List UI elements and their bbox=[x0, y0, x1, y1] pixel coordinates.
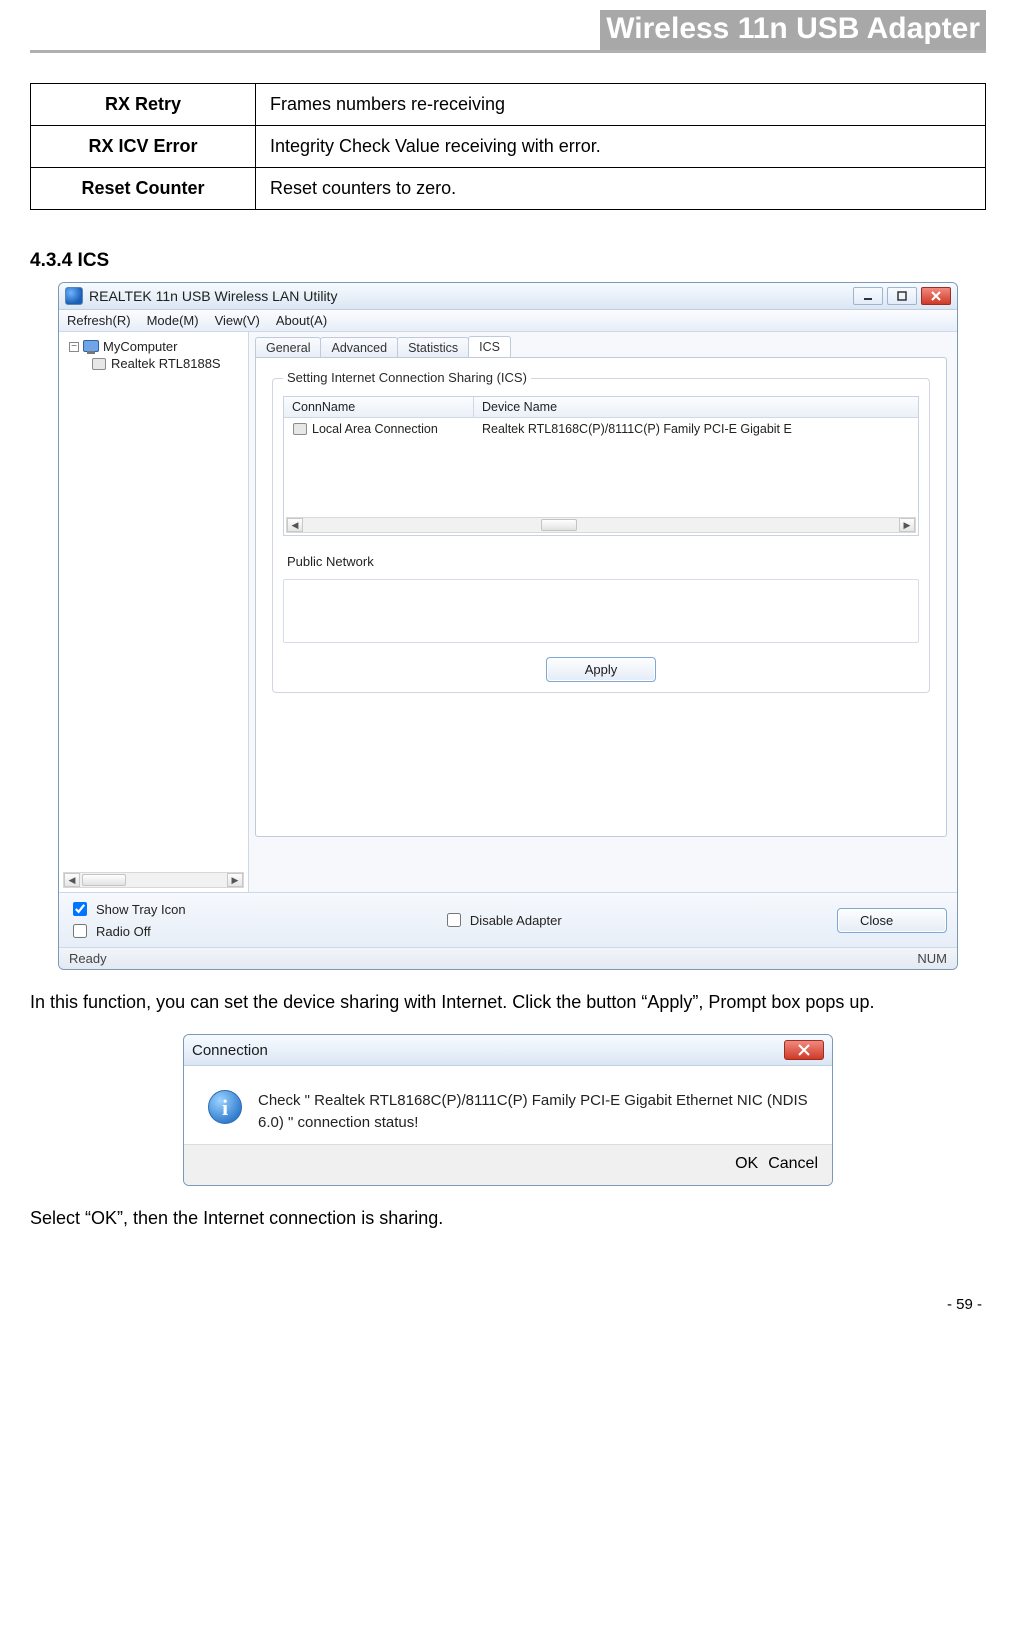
ics-groupbox: Setting Internet Connection Sharing (ICS… bbox=[272, 378, 930, 693]
tree-child[interactable]: Realtek RTL8188S bbox=[63, 355, 244, 372]
radio-off-input[interactable] bbox=[73, 924, 87, 938]
document-header: Wireless 11n USB Adapter bbox=[30, 10, 986, 53]
table-row: RX Retry Frames numbers re-receiving bbox=[31, 84, 986, 126]
def-label: RX ICV Error bbox=[31, 126, 256, 168]
status-bar: Ready NUM bbox=[59, 947, 957, 969]
tab-advanced[interactable]: Advanced bbox=[320, 337, 398, 357]
tab-content-area: General Advanced Statistics ICS Setting … bbox=[249, 332, 957, 892]
dialog-title: Connection bbox=[192, 1042, 784, 1059]
cancel-button[interactable]: Cancel bbox=[768, 1155, 818, 1173]
page-number: - 59 - bbox=[30, 1296, 986, 1313]
disable-adapter-checkbox[interactable]: Disable Adapter bbox=[443, 910, 562, 930]
document-header-title: Wireless 11n USB Adapter bbox=[600, 10, 986, 50]
menu-view[interactable]: View(V) bbox=[215, 313, 260, 328]
listview-header: ConnName Device Name bbox=[284, 397, 918, 418]
utility-window: REALTEK 11n USB Wireless LAN Utility Ref… bbox=[58, 282, 958, 970]
public-network-label: Public Network bbox=[287, 554, 929, 569]
radio-off-label: Radio Off bbox=[96, 924, 151, 939]
computer-icon bbox=[83, 340, 99, 354]
close-button[interactable] bbox=[921, 287, 951, 305]
tree-collapse-icon[interactable]: − bbox=[69, 342, 79, 352]
scroll-thumb[interactable] bbox=[541, 519, 577, 531]
scroll-right-icon[interactable]: ▶ bbox=[227, 873, 243, 887]
disable-adapter-input[interactable] bbox=[447, 913, 461, 927]
connection-dialog: Connection Check " Realtek RTL8168C(P)/8… bbox=[183, 1034, 833, 1186]
network-icon bbox=[292, 422, 308, 436]
cell-connname: Local Area Connection bbox=[284, 420, 474, 438]
tree-root[interactable]: − MyComputer bbox=[63, 338, 244, 355]
tree-root-label: MyComputer bbox=[103, 339, 177, 354]
maximize-icon bbox=[897, 291, 907, 301]
window-title: REALTEK 11n USB Wireless LAN Utility bbox=[89, 288, 853, 304]
dialog-titlebar[interactable]: Connection bbox=[184, 1035, 832, 1066]
tree-child-label: Realtek RTL8188S bbox=[111, 356, 221, 371]
scroll-left-icon[interactable]: ◀ bbox=[287, 518, 303, 532]
listview-horizontal-scrollbar[interactable]: ◀ ▶ bbox=[286, 517, 916, 533]
nic-icon bbox=[91, 357, 107, 371]
tab-ics[interactable]: ICS bbox=[468, 336, 511, 357]
status-left: Ready bbox=[69, 951, 107, 966]
window-bottom-bar: Show Tray Icon Radio Off Disable Adapter… bbox=[59, 892, 957, 947]
def-label: RX Retry bbox=[31, 84, 256, 126]
tab-strip: General Advanced Statistics ICS bbox=[255, 336, 947, 357]
app-icon bbox=[65, 287, 83, 305]
window-titlebar[interactable]: REALTEK 11n USB Wireless LAN Utility bbox=[59, 283, 957, 310]
scroll-right-icon[interactable]: ▶ bbox=[899, 518, 915, 532]
device-tree: − MyComputer Realtek RTL8188S ◀ ▶ bbox=[59, 332, 249, 892]
table-row: Reset Counter Reset counters to zero. bbox=[31, 168, 986, 210]
menubar: Refresh(R) Mode(M) View(V) About(A) bbox=[59, 310, 957, 332]
maximize-button[interactable] bbox=[887, 287, 917, 305]
menu-about[interactable]: About(A) bbox=[276, 313, 327, 328]
def-desc: Reset counters to zero. bbox=[256, 168, 986, 210]
scroll-thumb[interactable] bbox=[82, 874, 126, 886]
paragraph-1: In this function, you can set the device… bbox=[30, 984, 986, 1020]
connections-listview[interactable]: ConnName Device Name Local Area Connecti… bbox=[283, 396, 919, 536]
tree-horizontal-scrollbar[interactable]: ◀ ▶ bbox=[63, 872, 244, 888]
minimize-icon bbox=[863, 291, 873, 301]
table-row: RX ICV Error Integrity Check Value recei… bbox=[31, 126, 986, 168]
close-icon bbox=[931, 291, 941, 301]
menu-refresh[interactable]: Refresh(R) bbox=[67, 313, 131, 328]
tab-panel-ics: Setting Internet Connection Sharing (ICS… bbox=[255, 357, 947, 837]
dialog-message: Check " Realtek RTL8168C(P)/8111C(P) Fam… bbox=[258, 1090, 812, 1134]
def-desc: Integrity Check Value receiving with err… bbox=[256, 126, 986, 168]
show-tray-input[interactable] bbox=[73, 902, 87, 916]
cell-connname-text: Local Area Connection bbox=[312, 422, 438, 436]
close-icon bbox=[798, 1044, 810, 1056]
public-network-box[interactable] bbox=[283, 579, 919, 643]
definitions-table: RX Retry Frames numbers re-receiving RX … bbox=[30, 83, 986, 210]
tab-general[interactable]: General bbox=[255, 337, 321, 357]
close-window-button[interactable]: Close bbox=[837, 908, 947, 933]
def-label: Reset Counter bbox=[31, 168, 256, 210]
status-right: NUM bbox=[917, 951, 947, 966]
show-tray-checkbox[interactable]: Show Tray Icon bbox=[69, 899, 186, 919]
radio-off-checkbox[interactable]: Radio Off bbox=[69, 921, 186, 941]
ok-button[interactable]: OK bbox=[735, 1155, 758, 1173]
info-icon bbox=[208, 1090, 242, 1124]
scroll-left-icon[interactable]: ◀ bbox=[64, 873, 80, 887]
def-desc: Frames numbers re-receiving bbox=[256, 84, 986, 126]
ics-group-legend: Setting Internet Connection Sharing (ICS… bbox=[283, 370, 531, 385]
section-heading: 4.3.4 ICS bbox=[30, 250, 986, 272]
disable-adapter-label: Disable Adapter bbox=[470, 913, 562, 928]
apply-button[interactable]: Apply bbox=[546, 657, 656, 682]
tab-statistics[interactable]: Statistics bbox=[397, 337, 469, 357]
paragraph-2: Select “OK”, then the Internet connectio… bbox=[30, 1200, 986, 1236]
dialog-close-button[interactable] bbox=[784, 1040, 824, 1060]
menu-mode[interactable]: Mode(M) bbox=[147, 313, 199, 328]
listview-row[interactable]: Local Area Connection Realtek RTL8168C(P… bbox=[284, 418, 918, 440]
minimize-button[interactable] bbox=[853, 287, 883, 305]
show-tray-label: Show Tray Icon bbox=[96, 902, 186, 917]
col-devicename[interactable]: Device Name bbox=[474, 397, 918, 417]
cell-devicename: Realtek RTL8168C(P)/8111C(P) Family PCI-… bbox=[474, 420, 918, 438]
col-connname[interactable]: ConnName bbox=[284, 397, 474, 417]
